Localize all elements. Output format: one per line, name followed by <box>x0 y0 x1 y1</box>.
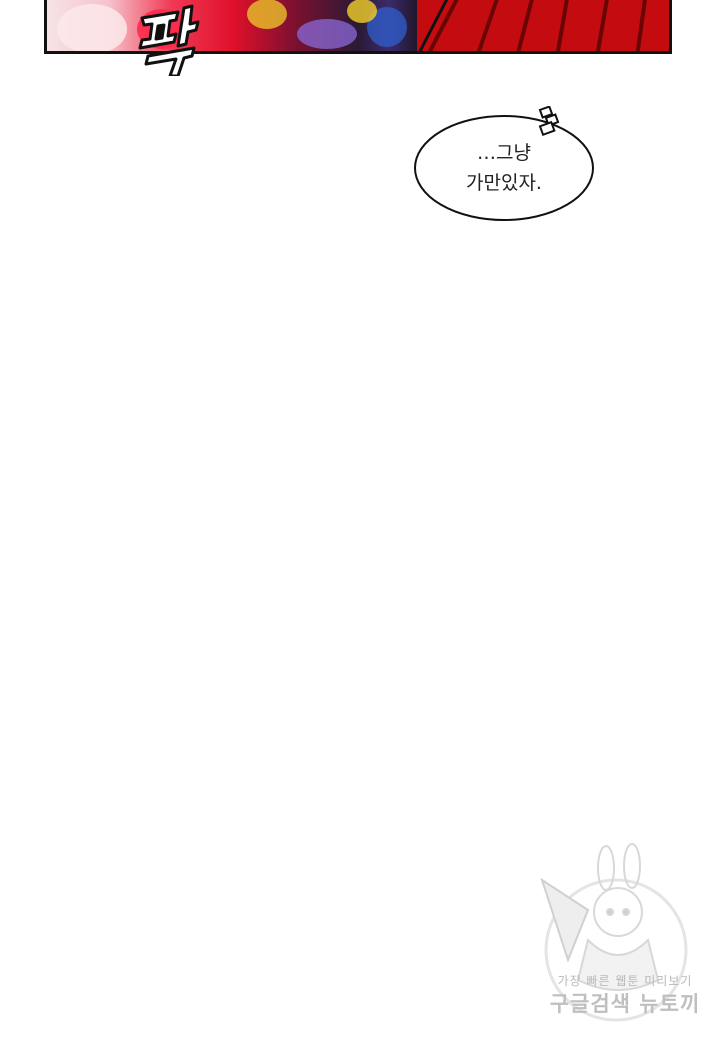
speech-line-2: 가만있자. <box>466 172 542 194</box>
speech-bubble-text: …그냥 가만있자. <box>413 138 595 198</box>
watermark-tagline: 가장 빠른 웹툰 미리보기 <box>557 974 693 988</box>
panel-red-curtain <box>417 0 669 51</box>
sound-effect-lettering: 팍 <box>138 4 200 76</box>
speech-line-1: …그냥 <box>477 142 531 164</box>
panel-flower-shape <box>297 19 357 49</box>
character-head-icon <box>593 887 643 937</box>
bunny-ear-icon <box>597 845 615 891</box>
watermark-brand: 구글검색 뉴토끼 <box>549 992 701 1016</box>
panel-flower-shape <box>247 0 287 29</box>
panel-flower-shape <box>57 4 127 51</box>
panel-flower-shape <box>347 0 377 23</box>
